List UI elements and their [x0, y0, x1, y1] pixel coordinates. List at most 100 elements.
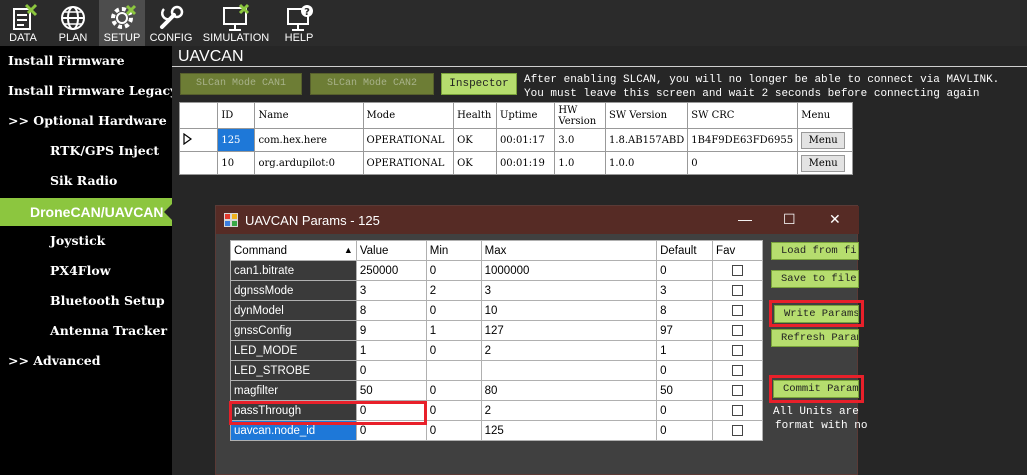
param-row[interactable]: gnssConfig 9 1 127 97 [230, 320, 763, 341]
sidebar-item-advanced[interactable]: >> Advanced [0, 347, 172, 375]
sidebar-item-bluetooth-setup[interactable]: Bluetooth Setup [0, 287, 172, 315]
toolbar-plan-button[interactable]: PLAN [50, 0, 96, 46]
fav-checkbox[interactable] [732, 404, 744, 416]
node-sw-crc-cell[interactable]: 0 [687, 151, 799, 175]
svg-text:?: ? [304, 7, 310, 18]
node-health-cell[interactable]: OK [453, 128, 497, 152]
param-command-cell[interactable]: LED_MODE [230, 340, 357, 361]
col-header-max[interactable]: Max [480, 240, 658, 261]
row-selector[interactable] [178, 151, 219, 175]
node-uptime-cell[interactable]: 00:01:19 [495, 151, 556, 175]
param-min-cell: 0 [425, 260, 482, 281]
toolbar-config-button[interactable]: CONFIG [148, 0, 194, 46]
col-header-sw-crc[interactable]: SW CRC [687, 102, 799, 129]
node-id-cell[interactable]: 125 [217, 128, 256, 152]
node-name-cell[interactable]: com.hex.here [254, 128, 364, 152]
col-header-command[interactable]: Command ▲ [230, 240, 357, 261]
node-hw-version-cell[interactable]: 1.0 [554, 151, 606, 175]
top-toolbar: DATA PLAN SETUP CONFIG SIMULATION ? HELP [0, 0, 1027, 46]
col-header-menu[interactable]: Menu [797, 102, 853, 129]
col-header-sw-version[interactable]: SW Version [604, 102, 689, 129]
param-row[interactable]: can1.bitrate 250000 0 1000000 0 [230, 260, 763, 281]
table-row[interactable]: 125 com.hex.here OPERATIONAL OK 00:01:17… [178, 128, 853, 152]
col-header-health[interactable]: Health [453, 102, 497, 129]
param-value-cell[interactable]: 8 [355, 300, 427, 321]
param-command-cell[interactable]: LED_STROBE [230, 360, 357, 381]
toolbar-setup-button[interactable]: SETUP [99, 0, 145, 46]
param-value-cell[interactable]: 1 [355, 340, 427, 361]
node-sw-version-cell[interactable]: 1.0.0 [604, 151, 689, 175]
node-uptime-cell[interactable]: 00:01:17 [495, 128, 556, 152]
param-row[interactable]: magfilter 50 0 80 50 [230, 380, 763, 401]
sidebar-item-dronecan-uavcan[interactable]: DroneCAN/UAVCAN [0, 198, 172, 226]
node-name-cell[interactable]: org.ardupilot:0 [254, 151, 364, 175]
dialog-titlebar[interactable]: UAVCAN Params - 125 — ☐ ✕ [216, 206, 859, 234]
sidebar-item-px4flow[interactable]: PX4Flow [0, 257, 172, 285]
param-value-cell[interactable]: 9 [355, 320, 427, 341]
col-header-fav[interactable]: Fav [712, 240, 763, 261]
fav-checkbox[interactable] [732, 324, 744, 336]
fav-checkbox[interactable] [732, 424, 744, 436]
param-command-cell[interactable]: dgnssMode [230, 280, 357, 301]
fav-checkbox[interactable] [732, 264, 744, 276]
param-command-cell[interactable]: dynModel [230, 300, 357, 321]
sidebar-item-sik-radio[interactable]: Sik Radio [0, 167, 172, 195]
node-menu-button[interactable]: Menu [801, 131, 846, 149]
param-row[interactable]: LED_MODE 1 0 2 1 [230, 340, 763, 361]
inspector-button[interactable]: Inspector [441, 73, 517, 95]
param-value-cell[interactable]: 50 [355, 380, 427, 401]
save-to-file-button[interactable]: Save to file [771, 270, 859, 288]
fav-checkbox[interactable] [732, 304, 744, 316]
table-row[interactable]: 10 org.ardupilot:0 OPERATIONAL OK 00:01:… [178, 151, 853, 175]
node-hw-version-cell[interactable]: 3.0 [554, 128, 606, 152]
sidebar-item-antenna-tracker[interactable]: Antenna Tracker [0, 317, 172, 345]
load-from-file-button[interactable]: Load from file [771, 242, 859, 260]
param-row[interactable]: dynModel 8 0 10 8 [230, 300, 763, 321]
fav-checkbox[interactable] [732, 384, 744, 396]
param-fav-cell [712, 400, 763, 421]
node-health-cell[interactable]: OK [453, 151, 497, 175]
row-selector[interactable] [178, 128, 219, 152]
col-header-mode[interactable]: Mode [362, 102, 455, 129]
sidebar-item-install-firmware-legacy[interactable]: Install Firmware Legacy [0, 77, 172, 105]
fav-checkbox[interactable] [732, 364, 744, 376]
fav-checkbox[interactable] [732, 344, 744, 356]
param-row[interactable]: dgnssMode 3 2 3 3 [230, 280, 763, 301]
param-value-cell[interactable]: 0 [355, 360, 427, 381]
toolbar-help-button[interactable]: ? HELP [276, 0, 322, 46]
node-sw-crc-cell[interactable]: 1B4F9DE63FD6955 [687, 128, 799, 152]
slcan-can2-button[interactable]: SLCan Mode CAN2 [310, 73, 434, 95]
param-command-cell[interactable]: can1.bitrate [230, 260, 357, 281]
fav-checkbox[interactable] [732, 284, 744, 296]
node-mode-cell[interactable]: OPERATIONAL [362, 128, 455, 152]
col-header-hw-version[interactable]: HW Version [554, 102, 606, 129]
param-default-cell: 0 [656, 420, 714, 441]
refresh-params-button[interactable]: Refresh Params [771, 329, 859, 347]
col-header-uptime[interactable]: Uptime [495, 102, 556, 129]
toolbar-simulation-button[interactable]: SIMULATION [200, 0, 272, 46]
sidebar-item-install-firmware[interactable]: Install Firmware [0, 47, 172, 75]
col-header-default[interactable]: Default [656, 240, 714, 261]
sidebar-item-joystick[interactable]: Joystick [0, 227, 172, 255]
param-command-cell[interactable]: magfilter [230, 380, 357, 401]
node-menu-button[interactable]: Menu [801, 154, 846, 172]
toolbar-data-button[interactable]: DATA [0, 0, 46, 46]
col-header-min[interactable]: Min [425, 240, 482, 261]
param-value-cell[interactable]: 250000 [355, 260, 427, 281]
param-row[interactable]: LED_STROBE 0 0 [230, 360, 763, 381]
col-header-value[interactable]: Value [355, 240, 427, 261]
minimize-icon[interactable]: — [738, 211, 752, 227]
sidebar-item-optional-hardware[interactable]: >> Optional Hardware [0, 107, 172, 135]
col-header-id[interactable]: ID [217, 102, 256, 129]
maximize-icon[interactable]: ☐ [783, 211, 796, 228]
node-id-cell[interactable]: 10 [217, 151, 256, 175]
mission-planner-window: DATA PLAN SETUP CONFIG SIMULATION ? HELP… [0, 0, 1027, 475]
col-header-name[interactable]: Name [254, 102, 364, 129]
param-command-cell[interactable]: gnssConfig [230, 320, 357, 341]
close-icon[interactable]: ✕ [829, 211, 841, 228]
param-value-cell[interactable]: 3 [355, 280, 427, 301]
node-sw-version-cell[interactable]: 1.8.AB157ABD [604, 128, 689, 152]
slcan-can1-button[interactable]: SLCan Mode CAN1 [180, 73, 302, 95]
sidebar-item-rtk-gps-inject[interactable]: RTK/GPS Inject [0, 137, 172, 165]
node-mode-cell[interactable]: OPERATIONAL [362, 151, 455, 175]
